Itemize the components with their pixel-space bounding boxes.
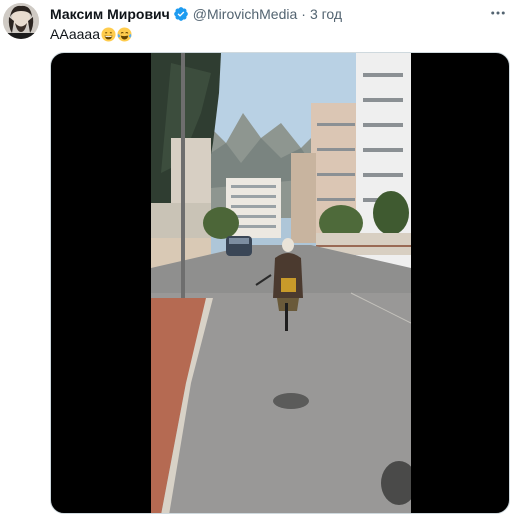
tweet-header: Максим Мирович @MirovichMedia · 3 год — [50, 4, 342, 24]
separator-dot: · — [301, 6, 306, 22]
user-handle[interactable]: @MirovichMedia — [193, 4, 297, 24]
more-options-icon[interactable] — [488, 3, 508, 23]
tweet-text: ААаааа — [50, 24, 132, 44]
video-frame[interactable] — [151, 53, 411, 513]
video-still-illustration — [151, 53, 411, 513]
grinning-face-emoji-icon — [101, 26, 116, 42]
timestamp[interactable]: 3 год — [310, 4, 342, 24]
display-name[interactable]: Максим Мирович — [50, 4, 170, 24]
tweet-text-body: ААаааа — [50, 26, 100, 42]
verified-badge-icon — [173, 6, 189, 22]
video-player[interactable] — [50, 52, 510, 514]
tears-of-joy-emoji-icon — [117, 26, 132, 42]
tweet-card[interactable]: Максим Мирович @MirovichMedia · 3 год АА… — [0, 0, 518, 522]
avatar[interactable] — [3, 3, 39, 39]
